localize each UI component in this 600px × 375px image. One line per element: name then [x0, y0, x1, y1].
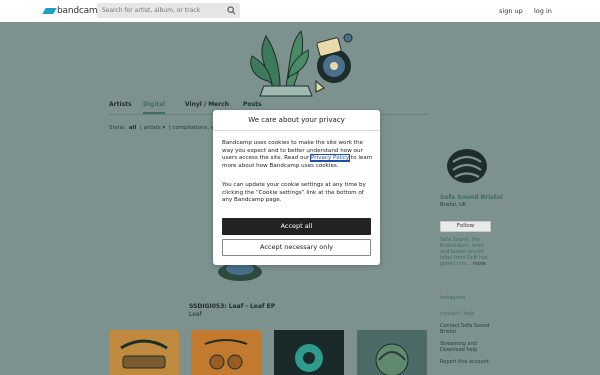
modal-paragraph-1: Bandcamp uses cookies to make the site w… [222, 140, 374, 170]
modal-title: We care about your privacy [248, 116, 345, 124]
privacy-policy-link[interactable]: Privacy Policy [310, 154, 351, 162]
accept-all-button[interactable]: Accept all [222, 218, 371, 235]
modal-divider [213, 130, 380, 131]
accept-necessary-button[interactable]: Accept necessary only [222, 239, 371, 256]
modal-paragraph-2: You can update your cookie settings at a… [222, 182, 366, 203]
privacy-modal: We care about your privacy Bandcamp uses… [213, 110, 380, 265]
